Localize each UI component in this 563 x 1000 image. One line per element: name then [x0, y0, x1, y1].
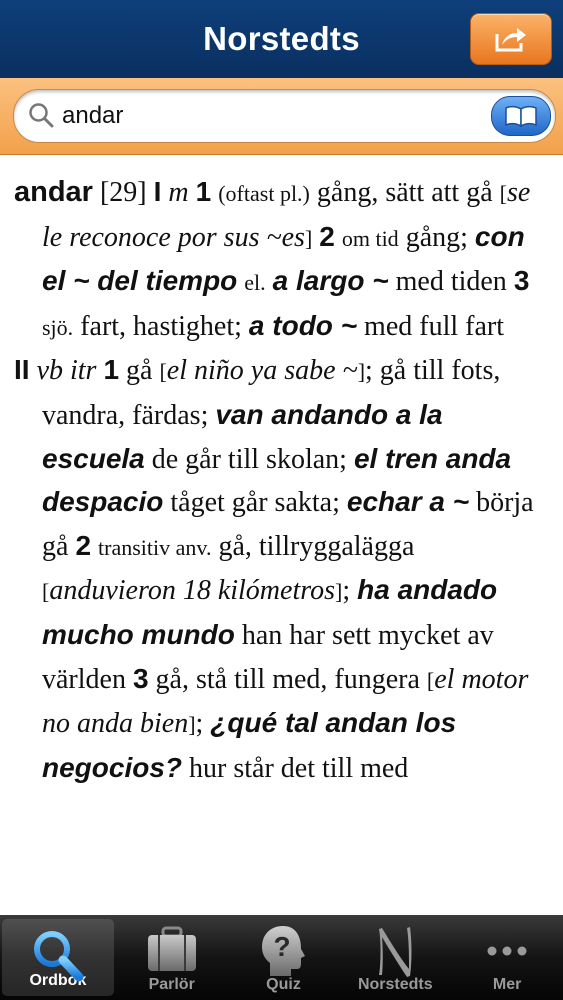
svg-text:?: ?	[274, 931, 291, 962]
part-of-speech: m	[168, 177, 189, 208]
book-icon	[505, 105, 537, 127]
conjugation-ref: [29]	[99, 177, 147, 208]
translation: gå	[126, 355, 153, 387]
translation: gång;	[405, 221, 468, 253]
phrase: a largo ~	[272, 265, 389, 297]
sense-number: 3	[132, 662, 149, 694]
search-bar: andar	[0, 78, 563, 155]
example: el niño ya sabe ~	[166, 355, 358, 387]
phrase: a todo ~	[248, 309, 358, 341]
part-of-speech: vb itr	[36, 355, 97, 387]
sense-roman-1: I	[153, 176, 162, 207]
share-button[interactable]	[470, 13, 552, 65]
usage-note: transitiv anv.	[98, 534, 212, 560]
tab-mer[interactable]: Mer	[451, 915, 563, 1000]
page-title: Norstedts	[203, 20, 360, 57]
navigation-bar: Norstedts	[0, 0, 563, 78]
tab-quiz[interactable]: ? Quiz	[228, 915, 340, 1000]
sense-number: 1	[103, 354, 120, 386]
translation: gå, stå till med, fungera	[155, 663, 420, 695]
share-icon	[495, 28, 526, 52]
example: anduvieron 18 kilómetros	[49, 575, 335, 607]
norstedts-n-icon	[379, 927, 412, 977]
translation: tåget går sakta;	[170, 487, 340, 519]
sense-number: 3	[513, 265, 530, 297]
translation: gå, tillryggalägga	[218, 530, 415, 562]
tab-label: Parlör	[148, 976, 195, 993]
headword: andar	[14, 176, 93, 208]
tab-bar: Ordbok Parlör ? Quiz Norstedts Mer	[0, 915, 563, 1000]
more-dots-icon	[487, 946, 527, 956]
translation: med full fart	[364, 310, 504, 342]
usage-note: (oftast pl.)	[218, 181, 310, 206]
search-input[interactable]: andar	[13, 89, 556, 143]
search-query[interactable]: andar	[62, 102, 123, 130]
sense-group-i: andar [29] I m 1 (oftast pl.) gång, sätt…	[14, 176, 531, 342]
bookmarks-button[interactable]	[491, 96, 551, 136]
phrase: echar a ~	[346, 486, 470, 518]
search-icon	[29, 103, 54, 128]
suitcase-icon	[147, 926, 196, 971]
sense-number: 2	[319, 220, 335, 252]
usage-note: om tid	[341, 225, 399, 251]
usage-note: sjö.	[42, 314, 74, 340]
tab-ordbok[interactable]: Ordbok	[2, 919, 114, 996]
tab-norstedts[interactable]: Norstedts	[339, 915, 451, 1000]
translation: hur står det till med	[189, 752, 409, 784]
sense-number: 2	[75, 529, 92, 561]
translation: de går till skolan;	[151, 443, 347, 475]
translation: fart, hastighet;	[80, 310, 242, 342]
usage-note: el.	[244, 270, 266, 296]
sense-roman-2: II	[14, 354, 30, 386]
sense-group-ii: II vb itr 1 gå [el niño ya sabe ~]; gå t…	[14, 354, 534, 784]
magnifier-icon	[33, 931, 84, 982]
translation: gång, sätt att gå	[316, 177, 493, 208]
translation: med tiden	[395, 266, 507, 298]
sense-number: 1	[195, 176, 212, 207]
dictionary-entry: andar [29] I m 1 (oftast pl.) gång, sätt…	[0, 155, 563, 915]
tab-parlor[interactable]: Parlör	[116, 915, 228, 1000]
question-head-icon: ?	[262, 926, 306, 976]
